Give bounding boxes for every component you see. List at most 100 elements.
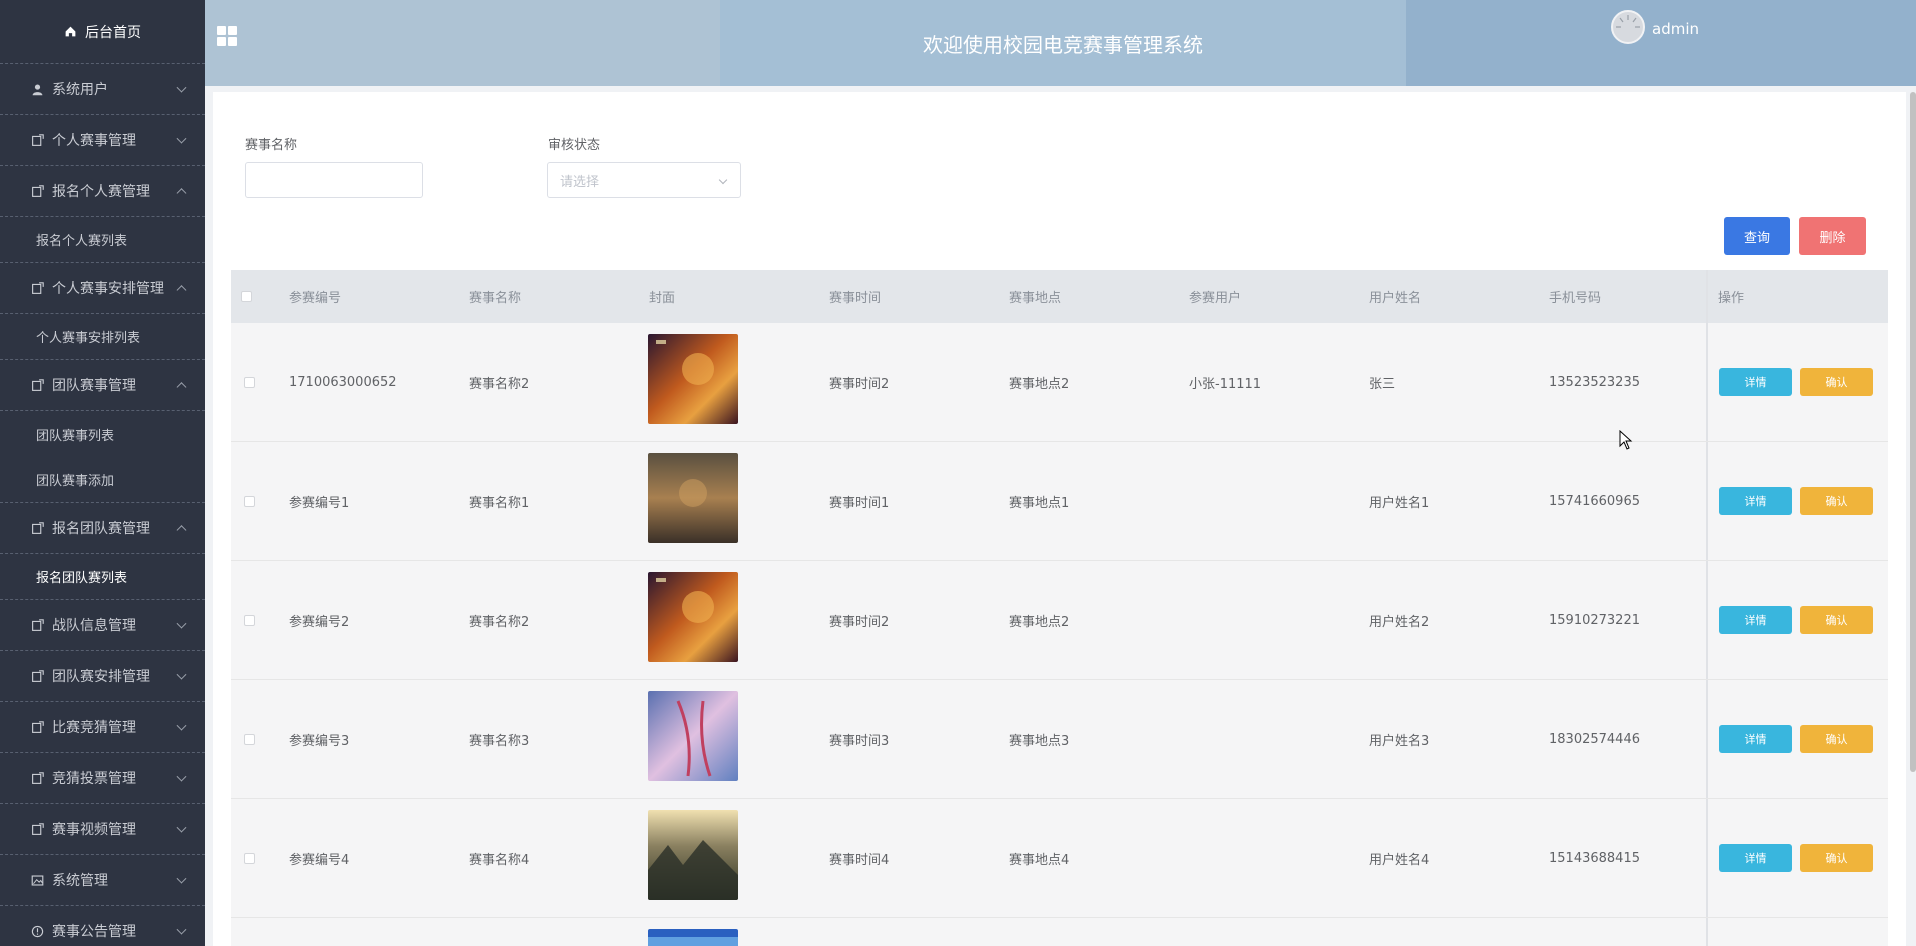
sidebar-item-label: 团队赛事列表 [36,428,115,444]
sidebar-item-label: 报名个人赛列表 [36,234,128,249]
cell-phone: 18302574446 [1549,731,1640,747]
detail-button[interactable]: 详情 [1719,487,1792,515]
sidebar-group-system-admin[interactable]: 系统管理 [0,855,205,906]
delete-button[interactable]: 删除 [1799,217,1866,255]
cell-event-time: 赛事时间3 [829,733,890,749]
chevron-up-icon [176,525,187,536]
cell-id: 参赛编号4 [289,852,350,868]
cell-event-place: 赛事地点2 [1009,376,1070,392]
cover-image[interactable] [648,691,738,781]
data-table: 参赛编号 赛事名称 封面 赛事时间 赛事地点 参赛用户 用户姓名 手机号码 操作… [231,270,1888,946]
sidebar-group-label: 报名个人赛管理 [52,184,150,200]
sidebar-item-personal-signup-list[interactable]: 报名个人赛列表 [0,217,205,263]
table-row: 参赛编号2 赛事名称2 赛事时间2 赛事地点2 用户姓名2 1591027322… [231,561,1888,680]
cell-realname: 用户姓名2 [1369,614,1430,630]
column-header: 封面 [649,291,676,306]
sidebar-item-label: 报名团队赛列表 [36,571,128,586]
sidebar-group-personal-signup[interactable]: 报名个人赛管理 [0,166,205,217]
cell-phone: 13523523235 [1549,374,1640,390]
column-header: 赛事名称 [469,291,522,306]
cell-event-name: 赛事名称1 [469,495,530,511]
sidebar-item-team-events-list[interactable]: 团队赛事列表 [0,411,205,457]
cell-id: 参赛编号3 [289,733,350,749]
row-checkbox[interactable] [244,496,255,507]
sidebar-group-label: 系统管理 [52,873,108,889]
cell-id: 参赛编号1 [289,495,350,511]
confirm-button[interactable]: 确认 [1800,368,1873,396]
header-title: 欢迎使用校园电竞赛事管理系统 [720,0,1406,86]
sidebar-group-personal-events[interactable]: 个人赛事管理 [0,115,205,166]
cell-event-place: 赛事地点2 [1009,614,1070,630]
confirm-button[interactable]: 确认 [1800,725,1873,753]
sidebar-group-announcements[interactable]: 赛事公告管理 [0,906,205,946]
chevron-up-icon [176,188,187,199]
cell-event-time: 赛事时间2 [829,614,890,630]
column-header: 手机号码 [1549,291,1602,306]
sidebar-group-label: 竞猜投票管理 [52,771,136,787]
menu-grid-icon[interactable] [217,26,237,46]
detail-button[interactable]: 详情 [1719,844,1792,872]
cell-event-name: 赛事名称4 [469,852,530,868]
sidebar-home[interactable]: 后台首页 [0,0,205,64]
sidebar-group-match-guess[interactable]: 比赛竞猜管理 [0,702,205,753]
detail-button[interactable]: 详情 [1719,725,1792,753]
cell-participant: 小张-11111 [1189,376,1262,392]
chevron-down-icon [176,618,187,629]
sidebar-group-personal-schedule[interactable]: 个人赛事安排管理 [0,263,205,314]
sidebar-item-team-signup-list[interactable]: 报名团队赛列表 [0,554,205,600]
query-button[interactable]: 查询 [1724,217,1790,255]
avatar[interactable] [1611,10,1645,44]
user-icon [30,82,44,96]
sidebar-item-team-events-add[interactable]: 团队赛事添加 [0,457,205,503]
row-checkbox[interactable] [244,734,255,745]
doc-icon [30,133,44,147]
cover-image[interactable] [648,572,738,662]
username[interactable]: admin [1652,20,1699,38]
column-header: 操作 [1718,291,1745,306]
cell-event-place: 赛事地点1 [1009,495,1070,511]
doc-icon [30,378,44,392]
doc-icon [30,771,44,785]
row-checkbox[interactable] [244,377,255,388]
chevron-down-icon [176,924,187,935]
detail-button[interactable]: 详情 [1719,606,1792,634]
cover-image[interactable] [648,810,738,900]
page-scrollbar[interactable] [1910,92,1916,772]
cell-phone: 15910273221 [1549,612,1640,628]
sidebar-group-team-events[interactable]: 团队赛事管理 [0,360,205,411]
main-panel: 赛事名称 审核状态 请选择 查询 删除 参赛编号 赛事名称 封面 赛事时间 赛事… [213,92,1906,946]
audit-status-select[interactable]: 请选择 [547,162,741,198]
column-header: 用户姓名 [1369,291,1422,306]
sidebar-group-label: 赛事公告管理 [52,924,136,940]
sidebar-group-system-users[interactable]: 系统用户 [0,64,205,115]
chevron-down-icon [176,669,187,680]
cover-image[interactable] [648,334,738,424]
detail-button[interactable]: 详情 [1719,368,1792,396]
sidebar-group-team-schedule[interactable]: 团队赛安排管理 [0,651,205,702]
sidebar-group-guess-vote[interactable]: 竞猜投票管理 [0,753,205,804]
chevron-down-icon [718,175,728,185]
cell-id: 1710063000652 [289,374,397,390]
table-row: 参赛编号3 赛事名称3 赛事时间3 赛事地点3 用户姓名3 1830257444… [231,680,1888,799]
sidebar-group-team-signup[interactable]: 报名团队赛管理 [0,503,205,554]
row-checkbox[interactable] [244,615,255,626]
header-right: admin [1406,0,1916,86]
cell-phone: 15741660965 [1549,493,1640,509]
cover-image[interactable] [648,929,738,946]
chevron-down-icon [176,822,187,833]
column-header: 赛事时间 [829,291,882,306]
sidebar-group-label: 个人赛事安排管理 [52,281,164,297]
row-checkbox[interactable] [244,853,255,864]
sidebar-item-personal-schedule-list[interactable]: 个人赛事安排列表 [0,314,205,360]
select-all-checkbox[interactable] [241,291,252,302]
event-name-input[interactable] [245,162,423,198]
audit-status-label: 审核状态 [548,138,601,153]
sidebar-group-event-video[interactable]: 赛事视频管理 [0,804,205,855]
confirm-button[interactable]: 确认 [1800,606,1873,634]
cell-event-time: 赛事时间4 [829,852,890,868]
cover-image[interactable] [648,453,738,543]
cell-event-place: 赛事地点3 [1009,733,1070,749]
sidebar-group-team-info[interactable]: 战队信息管理 [0,600,205,651]
confirm-button[interactable]: 确认 [1800,844,1873,872]
confirm-button[interactable]: 确认 [1800,487,1873,515]
